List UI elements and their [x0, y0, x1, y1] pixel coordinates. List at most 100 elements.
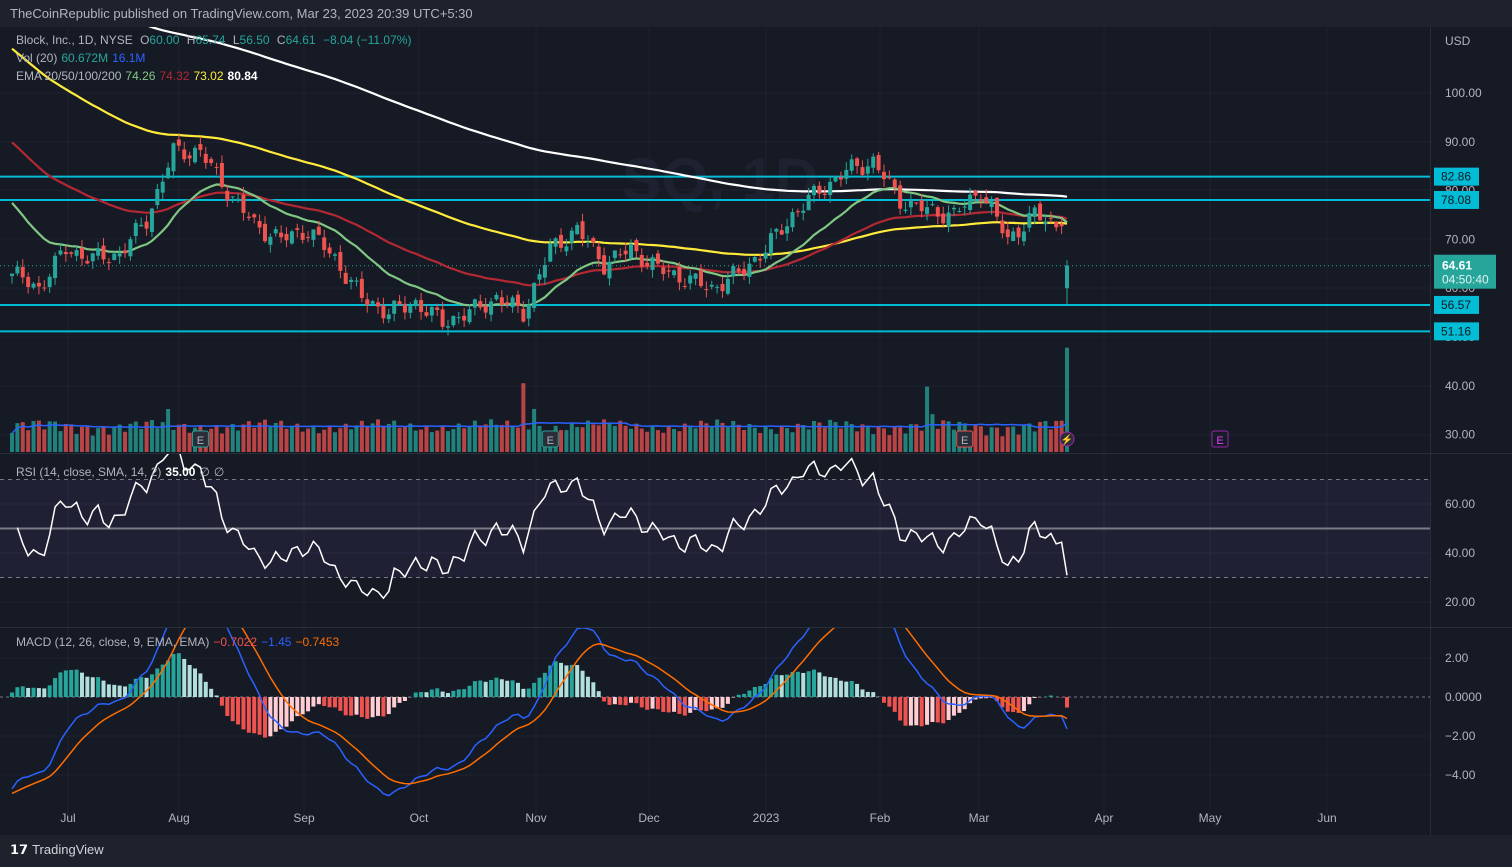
- candle[interactable]: [914, 202, 919, 204]
- time-tick-label[interactable]: Feb: [870, 811, 891, 825]
- candle[interactable]: [214, 166, 219, 168]
- candle[interactable]: [526, 304, 531, 319]
- candle[interactable]: [1038, 203, 1043, 221]
- candle[interactable]: [26, 276, 31, 288]
- candle[interactable]: [225, 190, 230, 201]
- dividend-lightning-marker[interactable]: ⚡: [1059, 431, 1075, 447]
- candle[interactable]: [795, 211, 800, 213]
- candle[interactable]: [720, 284, 725, 292]
- candle[interactable]: [860, 167, 865, 175]
- candle[interactable]: [316, 226, 321, 235]
- candle[interactable]: [58, 250, 63, 255]
- candle[interactable]: [15, 266, 20, 274]
- candle[interactable]: [532, 282, 537, 308]
- candle[interactable]: [612, 250, 617, 258]
- candle[interactable]: [758, 258, 763, 261]
- candle[interactable]: [768, 233, 773, 255]
- candle[interactable]: [53, 255, 58, 279]
- candle[interactable]: [828, 181, 833, 196]
- time-tick-label[interactable]: Dec: [638, 811, 659, 825]
- candle[interactable]: [472, 299, 477, 308]
- candle[interactable]: [322, 237, 327, 250]
- earnings-marker[interactable]: E: [191, 430, 209, 448]
- candle[interactable]: [123, 250, 128, 254]
- candle[interactable]: [666, 270, 671, 272]
- candle[interactable]: [300, 232, 305, 240]
- candle[interactable]: [537, 274, 542, 280]
- candle[interactable]: [1016, 227, 1021, 238]
- candle[interactable]: [456, 317, 461, 319]
- candle[interactable]: [1043, 221, 1048, 225]
- candle[interactable]: [618, 254, 623, 256]
- candle[interactable]: [69, 252, 74, 254]
- candle[interactable]: [295, 228, 300, 230]
- candle[interactable]: [128, 239, 133, 257]
- candle[interactable]: [548, 243, 553, 262]
- candle[interactable]: [785, 226, 790, 234]
- candle[interactable]: [176, 139, 181, 146]
- candle[interactable]: [359, 278, 364, 298]
- candle[interactable]: [306, 236, 311, 238]
- candle[interactable]: [752, 256, 757, 262]
- candle[interactable]: [489, 301, 494, 315]
- candle[interactable]: [569, 230, 574, 243]
- candle[interactable]: [117, 253, 122, 257]
- candle[interactable]: [435, 307, 440, 311]
- earnings-marker[interactable]: E: [956, 430, 974, 448]
- candle[interactable]: [370, 301, 375, 304]
- earnings-marker[interactable]: E: [541, 430, 559, 448]
- candle[interactable]: [1054, 221, 1059, 228]
- time-tick-label[interactable]: Sep: [293, 811, 315, 825]
- candle[interactable]: [812, 185, 817, 196]
- candle[interactable]: [725, 278, 730, 294]
- candle[interactable]: [844, 169, 849, 179]
- candle[interactable]: [112, 253, 117, 261]
- candle[interactable]: [779, 230, 784, 235]
- candle[interactable]: [365, 299, 370, 306]
- candle[interactable]: [978, 199, 983, 201]
- candle[interactable]: [273, 229, 278, 234]
- candle[interactable]: [1065, 265, 1069, 289]
- candle[interactable]: [445, 326, 450, 328]
- candle[interactable]: [252, 214, 257, 218]
- candle[interactable]: [935, 207, 940, 217]
- candle[interactable]: [876, 155, 881, 171]
- candle[interactable]: [596, 246, 601, 260]
- chart-canvas[interactable]: SQ, 1D EEEE⚡ USD 100.0090.0080.0070.0060…: [0, 0, 1512, 867]
- candle[interactable]: [736, 268, 741, 272]
- candle[interactable]: [494, 294, 499, 300]
- candle[interactable]: [332, 254, 337, 256]
- candle[interactable]: [182, 149, 187, 160]
- earnings-marker[interactable]: E: [1211, 430, 1229, 448]
- price-pane[interactable]: E E E E ⚡: [0, 0, 1430, 452]
- macd-pane[interactable]: [0, 585, 1430, 797]
- candle[interactable]: [327, 247, 332, 254]
- candle[interactable]: [790, 212, 795, 228]
- candle[interactable]: [919, 200, 924, 212]
- candle[interactable]: [392, 300, 397, 314]
- candle[interactable]: [90, 253, 95, 262]
- candle[interactable]: [144, 221, 149, 229]
- candle[interactable]: [209, 159, 214, 163]
- tradingview-logo-icon[interactable]: 𝟭𝟳: [10, 835, 28, 865]
- candle[interactable]: [203, 153, 208, 163]
- candle[interactable]: [79, 248, 84, 259]
- candle[interactable]: [1005, 229, 1010, 238]
- candle[interactable]: [742, 269, 747, 275]
- candle[interactable]: [376, 302, 381, 307]
- candle[interactable]: [1000, 220, 1005, 234]
- candle[interactable]: [257, 221, 262, 228]
- candle[interactable]: [693, 273, 698, 279]
- candle[interactable]: [645, 262, 650, 267]
- candle[interactable]: [262, 223, 267, 242]
- candle[interactable]: [521, 308, 526, 322]
- candle[interactable]: [155, 189, 160, 206]
- candle[interactable]: [925, 207, 930, 214]
- time-tick-label[interactable]: 2023: [753, 811, 780, 825]
- candle[interactable]: [241, 194, 246, 213]
- candle[interactable]: [63, 252, 68, 255]
- time-tick-label[interactable]: Oct: [410, 811, 429, 825]
- candle[interactable]: [774, 228, 779, 232]
- candle[interactable]: [865, 166, 870, 174]
- candle[interactable]: [629, 243, 634, 259]
